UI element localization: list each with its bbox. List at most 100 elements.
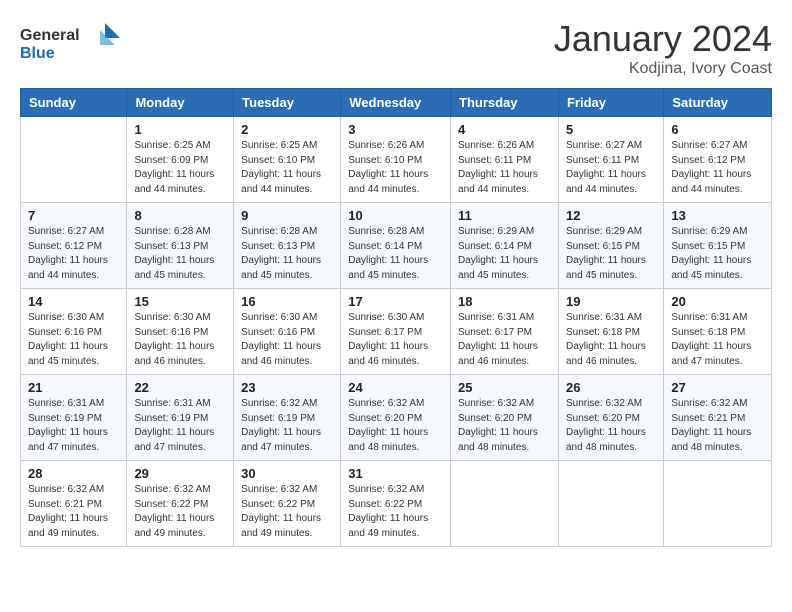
day-number: 29 (134, 466, 226, 481)
day-number: 20 (671, 294, 764, 309)
day-info: Sunrise: 6:32 AM Sunset: 6:21 PM Dayligh… (28, 483, 119, 541)
day-info: Sunrise: 6:25 AM Sunset: 6:09 PM Dayligh… (134, 139, 226, 197)
calendar-cell: 21Sunrise: 6:31 AM Sunset: 6:19 PM Dayli… (21, 375, 127, 461)
day-number: 30 (241, 466, 333, 481)
col-header-saturday: Saturday (664, 89, 772, 117)
page: General Blue January 2024 Kodjina, Ivory… (0, 0, 792, 612)
calendar-cell: 19Sunrise: 6:31 AM Sunset: 6:18 PM Dayli… (558, 289, 663, 375)
calendar-cell: 16 Sunrise: 6:30 AM Sunset: 6:16 PM Dayli… (234, 289, 341, 375)
calendar-cell: 26Sunrise: 6:32 AM Sunset: 6:20 PM Dayli… (558, 375, 663, 461)
day-number: 5 (566, 122, 656, 137)
day-info: Sunrise: 6:29 AM Sunset: 6:14 PM Dayligh… (458, 225, 551, 283)
day-info: Sunrise: 6:26 AM Sunset: 6:10 PM Dayligh… (348, 139, 443, 197)
calendar-cell: 28 Sunrise: 6:32 AM Sunset: 6:21 PM Dayli… (21, 461, 127, 547)
calendar-cell (21, 117, 127, 203)
calendar-cell: 9Sunrise: 6:28 AM Sunset: 6:13 PM Daylig… (234, 203, 341, 289)
calendar-cell: 25 Sunrise: 6:32 AM Sunset: 6:20 PM Dayli… (451, 375, 559, 461)
day-number: 21 (28, 380, 119, 395)
calendar-cell: 6 Sunrise: 6:27 AM Sunset: 6:12 PM Daylig… (664, 117, 772, 203)
day-number: 16 (241, 294, 333, 309)
day-number: 18 (458, 294, 551, 309)
header: General Blue January 2024 Kodjina, Ivory… (20, 18, 772, 78)
col-header-tuesday: Tuesday (234, 89, 341, 117)
day-info: Sunrise: 6:30 AM Sunset: 6:16 PM Dayligh… (241, 311, 333, 369)
calendar-cell: 20Sunrise: 6:31 AM Sunset: 6:18 PM Dayli… (664, 289, 772, 375)
day-number: 19 (566, 294, 656, 309)
day-info: Sunrise: 6:28 AM Sunset: 6:13 PM Dayligh… (134, 225, 226, 283)
calendar-cell: 5 Sunrise: 6:27 AM Sunset: 6:11 PM Daylig… (558, 117, 663, 203)
day-number: 22 (134, 380, 226, 395)
day-number: 1 (134, 122, 226, 137)
day-info: Sunrise: 6:29 AM Sunset: 6:15 PM Dayligh… (671, 225, 764, 283)
day-info: Sunrise: 6:32 AM Sunset: 6:20 PM Dayligh… (348, 397, 443, 455)
calendar-cell: 30 Sunrise: 6:32 AM Sunset: 6:22 PM Dayli… (234, 461, 341, 547)
calendar-cell: 11 Sunrise: 6:29 AM Sunset: 6:14 PM Dayli… (451, 203, 559, 289)
day-info: Sunrise: 6:31 AM Sunset: 6:19 PM Dayligh… (134, 397, 226, 455)
day-number: 27 (671, 380, 764, 395)
calendar-week-row: 28 Sunrise: 6:32 AM Sunset: 6:21 PM Dayli… (21, 461, 772, 547)
calendar-cell: 8 Sunrise: 6:28 AM Sunset: 6:13 PM Daylig… (127, 203, 234, 289)
day-info: Sunrise: 6:25 AM Sunset: 6:10 PM Dayligh… (241, 139, 333, 197)
day-number: 3 (348, 122, 443, 137)
col-header-wednesday: Wednesday (341, 89, 451, 117)
calendar-cell: 13 Sunrise: 6:29 AM Sunset: 6:15 PM Dayli… (664, 203, 772, 289)
day-info: Sunrise: 6:31 AM Sunset: 6:17 PM Dayligh… (458, 311, 551, 369)
day-number: 15 (134, 294, 226, 309)
subtitle: Kodjina, Ivory Coast (554, 60, 772, 78)
day-info: Sunrise: 6:27 AM Sunset: 6:12 PM Dayligh… (671, 139, 764, 197)
calendar-cell: 17 Sunrise: 6:30 AM Sunset: 6:17 PM Dayli… (341, 289, 451, 375)
day-number: 31 (348, 466, 443, 481)
day-number: 25 (458, 380, 551, 395)
day-info: Sunrise: 6:32 AM Sunset: 6:21 PM Dayligh… (671, 397, 764, 455)
calendar-week-row: 21 Sunrise: 6:31 AM Sunset: 6:19 PM Dayli… (21, 375, 772, 461)
day-number: 28 (28, 466, 119, 481)
calendar-cell: 1 Sunrise: 6:25 AM Sunset: 6:09 PM Daylig… (127, 117, 234, 203)
calendar-cell: 14 Sunrise: 6:30 AM Sunset: 6:16 PM Dayli… (21, 289, 127, 375)
calendar-cell (451, 461, 559, 547)
day-info: Sunrise: 6:28 AM Sunset: 6:14 PM Dayligh… (348, 225, 443, 283)
day-info: Sunrise: 6:32 AM Sunset: 6:22 PM Dayligh… (134, 483, 226, 541)
calendar-week-row: 14 Sunrise: 6:30 AM Sunset: 6:16 PM Dayli… (21, 289, 772, 375)
day-info: Sunrise: 6:32 AM Sunset: 6:22 PM Dayligh… (241, 483, 333, 541)
calendar-cell: 18 Sunrise: 6:31 AM Sunset: 6:17 PM Dayli… (451, 289, 559, 375)
col-header-sunday: Sunday (21, 89, 127, 117)
day-number: 23 (241, 380, 333, 395)
calendar-cell: 22 Sunrise: 6:31 AM Sunset: 6:19 PM Dayli… (127, 375, 234, 461)
calendar-cell: 31 Sunrise: 6:32 AM Sunset: 6:22 PM Dayli… (341, 461, 451, 547)
day-info: Sunrise: 6:32 AM Sunset: 6:20 PM Dayligh… (458, 397, 551, 455)
day-number: 2 (241, 122, 333, 137)
calendar-cell: 15 Sunrise: 6:30 AM Sunset: 6:16 PM Dayli… (127, 289, 234, 375)
logo-svg: General Blue (20, 18, 120, 68)
day-number: 6 (671, 122, 764, 137)
day-number: 26 (566, 380, 656, 395)
day-number: 10 (348, 208, 443, 223)
svg-text:General: General (20, 27, 80, 44)
day-info: Sunrise: 6:27 AM Sunset: 6:11 PM Dayligh… (566, 139, 656, 197)
day-number: 11 (458, 208, 551, 223)
day-info: Sunrise: 6:30 AM Sunset: 6:16 PM Dayligh… (134, 311, 226, 369)
col-header-thursday: Thursday (451, 89, 559, 117)
day-info: Sunrise: 6:27 AM Sunset: 6:12 PM Dayligh… (28, 225, 119, 283)
calendar-cell: 3 Sunrise: 6:26 AM Sunset: 6:10 PM Daylig… (341, 117, 451, 203)
day-number: 24 (348, 380, 443, 395)
svg-text:Blue: Blue (20, 45, 55, 62)
day-number: 7 (28, 208, 119, 223)
day-number: 14 (28, 294, 119, 309)
calendar-cell: 7 Sunrise: 6:27 AM Sunset: 6:12 PM Daylig… (21, 203, 127, 289)
day-info: Sunrise: 6:30 AM Sunset: 6:17 PM Dayligh… (348, 311, 443, 369)
calendar-cell: 27 Sunrise: 6:32 AM Sunset: 6:21 PM Dayli… (664, 375, 772, 461)
calendar-cell: 23Sunrise: 6:32 AM Sunset: 6:19 PM Dayli… (234, 375, 341, 461)
day-info: Sunrise: 6:26 AM Sunset: 6:11 PM Dayligh… (458, 139, 551, 197)
day-info: Sunrise: 6:32 AM Sunset: 6:22 PM Dayligh… (348, 483, 443, 541)
day-number: 17 (348, 294, 443, 309)
calendar-cell (664, 461, 772, 547)
month-title: January 2024 (554, 18, 772, 60)
day-number: 8 (134, 208, 226, 223)
col-header-friday: Friday (558, 89, 663, 117)
day-number: 9 (241, 208, 333, 223)
calendar-cell: 29 Sunrise: 6:32 AM Sunset: 6:22 PM Dayli… (127, 461, 234, 547)
day-number: 13 (671, 208, 764, 223)
calendar-cell: 24 Sunrise: 6:32 AM Sunset: 6:20 PM Dayli… (341, 375, 451, 461)
title-block: January 2024 Kodjina, Ivory Coast (554, 18, 772, 78)
day-info: Sunrise: 6:30 AM Sunset: 6:16 PM Dayligh… (28, 311, 119, 369)
